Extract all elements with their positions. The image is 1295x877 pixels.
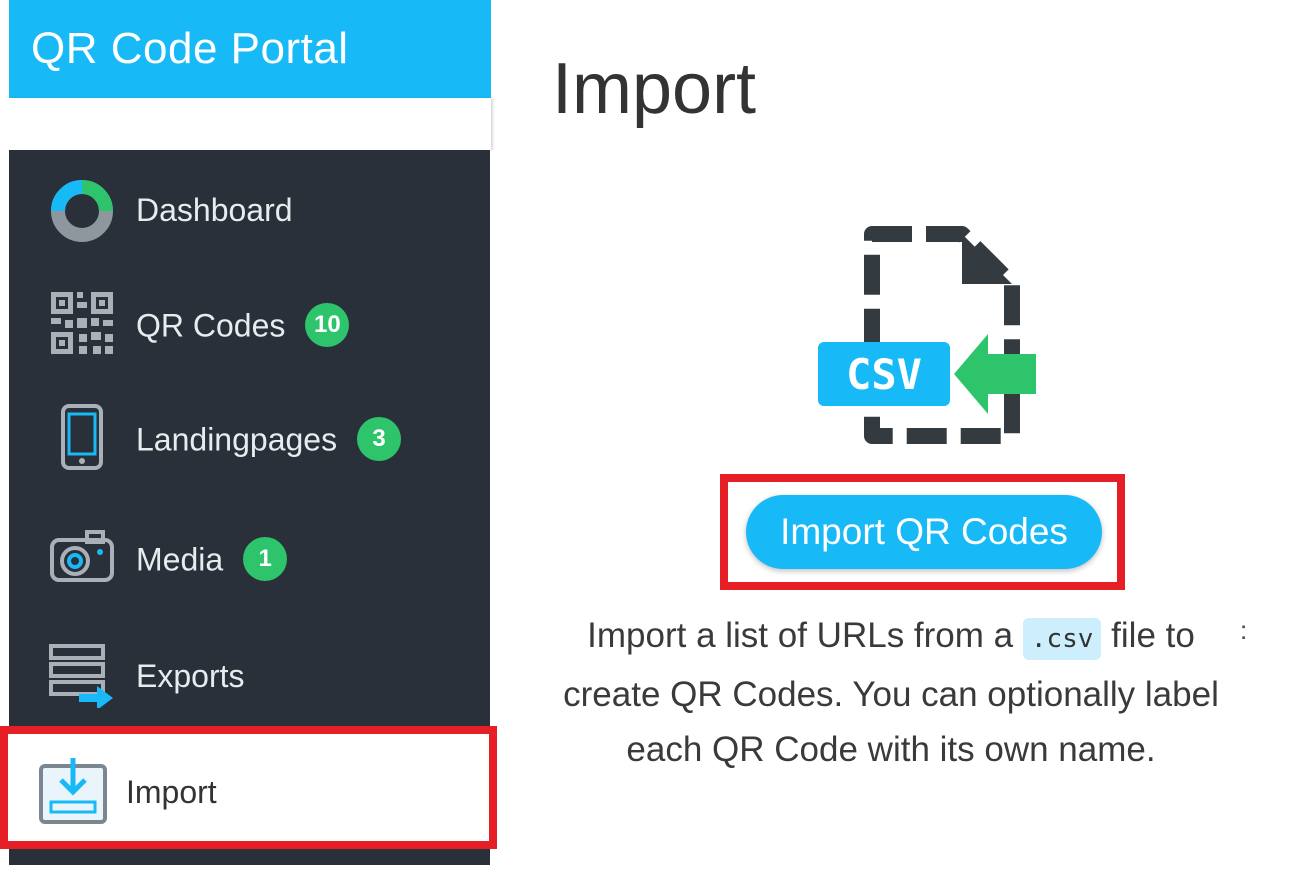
export-stack-icon [49, 644, 113, 708]
sidebar-item-exports[interactable]: Exports [9, 626, 490, 726]
label-text: Media [136, 541, 224, 578]
sidebar-item-qr-codes[interactable]: QR Codes 10 [9, 274, 490, 374]
sidebar-item-landingpages[interactable]: Landingpages 3 [9, 388, 490, 488]
page-title: Import [552, 49, 757, 129]
sidebar-item-label: Import [126, 774, 217, 810]
import-tray-icon [39, 758, 107, 824]
sidebar-item-label: Exports [136, 658, 245, 694]
stray-mark: : [1240, 615, 1248, 645]
count-badge: 3 [357, 417, 402, 461]
header-spacer [9, 98, 491, 150]
import-description: Import a list of URLs from a .csv file t… [560, 608, 1222, 777]
sidebar-item-media[interactable]: Media 1 [9, 508, 490, 608]
sidebar-item-label: Landingpages 3 [136, 417, 402, 464]
count-badge: 1 [243, 537, 288, 581]
file-extension-code: .csv [1022, 618, 1102, 660]
donut-chart-icon [51, 180, 113, 242]
csv-file-import-icon: CSV [818, 226, 1036, 444]
count-badge: 10 [305, 303, 350, 347]
import-qr-codes-button[interactable]: Import QR Codes [746, 495, 1102, 569]
app-header: QR Code Portal [9, 0, 491, 98]
mobile-phone-icon [61, 404, 103, 470]
label-text: QR Codes [136, 307, 286, 344]
sidebar-item-label: Media 1 [136, 537, 288, 584]
sidebar-item-import[interactable]: Import [0, 726, 497, 849]
sidebar-item-label: QR Codes 10 [136, 303, 350, 350]
label-text: Landingpages [136, 421, 338, 458]
qr-code-icon [51, 292, 113, 354]
csv-label: CSV [846, 350, 922, 399]
app-title[interactable]: QR Code Portal [31, 24, 349, 74]
sidebar-item-label: Dashboard [136, 192, 293, 228]
description-text: Import a list of URLs from a [587, 616, 1023, 655]
camera-icon [50, 530, 114, 582]
sidebar-item-dashboard[interactable]: Dashboard [9, 160, 490, 260]
